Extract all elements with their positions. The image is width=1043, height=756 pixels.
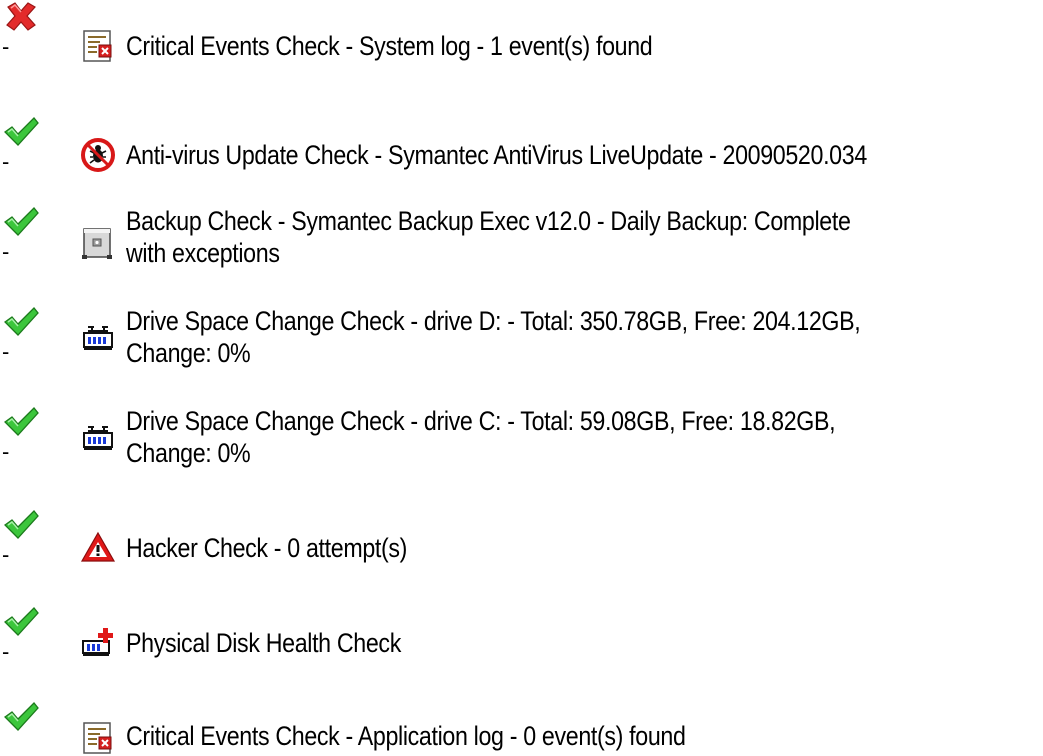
check-text-line2: Change: 0%: [126, 338, 251, 368]
event-log-icon: [83, 30, 112, 62]
check-text-line1: Critical Events Check - System log - 1 e…: [126, 31, 653, 61]
check-text: Critical Events Check - System log - 1 e…: [126, 30, 900, 62]
check-text: Physical Disk Health Check: [126, 627, 900, 659]
red-x-icon: [6, 2, 36, 31]
row-dash: -: [2, 439, 10, 464]
check-text: Anti-virus Update Check - Symantec AntiV…: [126, 139, 900, 171]
check-row-backup: - Backup Check - Symantec Backup Exec v1…: [0, 205, 1043, 295]
check-text: Drive Space Change Check - drive C: - To…: [126, 405, 900, 469]
green-check-icon: [3, 117, 39, 146]
check-text-line1: Anti-virus Update Check - Symantec AntiV…: [126, 140, 867, 170]
check-text-line2: with exceptions: [126, 238, 280, 268]
check-row-drive-space-d: - Drive Space Change Check - drive D: - …: [0, 305, 1043, 395]
check-text-line1: Critical Events Check - Application log …: [126, 721, 686, 751]
check-row-hacker: - Hacker Check - 0 attempt(s): [0, 508, 1043, 588]
row-dash: -: [2, 149, 10, 174]
row-dash: -: [2, 639, 10, 664]
green-check-icon: [3, 607, 39, 636]
check-text: Backup Check - Symantec Backup Exec v12.…: [126, 205, 900, 269]
check-text: Hacker Check - 0 attempt(s): [126, 532, 900, 564]
green-check-icon: [3, 407, 39, 436]
event-log-icon: [83, 722, 112, 754]
green-check-icon: [3, 702, 39, 731]
check-results-list: - Critical Events Check - System log - 1…: [0, 0, 1043, 755]
green-check-icon: [3, 207, 39, 236]
antivirus-icon: [81, 138, 115, 172]
disk-health-icon: [82, 628, 113, 656]
check-row-physical-disk-health: - Physical Disk Health Check: [0, 605, 1043, 685]
backup-icon: [82, 228, 112, 259]
row-dash: -: [2, 542, 10, 567]
check-text-line1: Backup Check - Symantec Backup Exec v12.…: [126, 206, 851, 236]
row-dash: -: [2, 34, 10, 59]
warning-triangle-icon: [80, 531, 116, 562]
check-text: Drive Space Change Check - drive D: - To…: [126, 305, 900, 369]
check-text: Critical Events Check - Application log …: [126, 720, 900, 752]
green-check-icon: [3, 510, 39, 539]
check-row-antivirus-update: - Anti-virus Update Check - Symantec Ant…: [0, 115, 1043, 195]
drive-space-icon: [83, 426, 113, 450]
row-dash: -: [2, 339, 10, 364]
check-row-critical-events-application: Critical Events Check - Application log …: [0, 700, 1043, 755]
check-text-line1: Hacker Check - 0 attempt(s): [126, 533, 408, 563]
check-row-critical-events-system: - Critical Events Check - System log - 1…: [0, 0, 1043, 92]
check-text-line1: Physical Disk Health Check: [126, 628, 401, 658]
green-check-icon: [3, 307, 39, 336]
check-text-line1: Drive Space Change Check - drive D: - To…: [126, 306, 861, 336]
check-row-drive-space-c: - Drive Space Change Check - drive C: - …: [0, 405, 1043, 495]
check-text-line2: Change: 0%: [126, 438, 251, 468]
row-dash: -: [2, 239, 10, 264]
check-text-line1: Drive Space Change Check - drive C: - To…: [126, 406, 836, 436]
drive-space-icon: [83, 326, 113, 350]
